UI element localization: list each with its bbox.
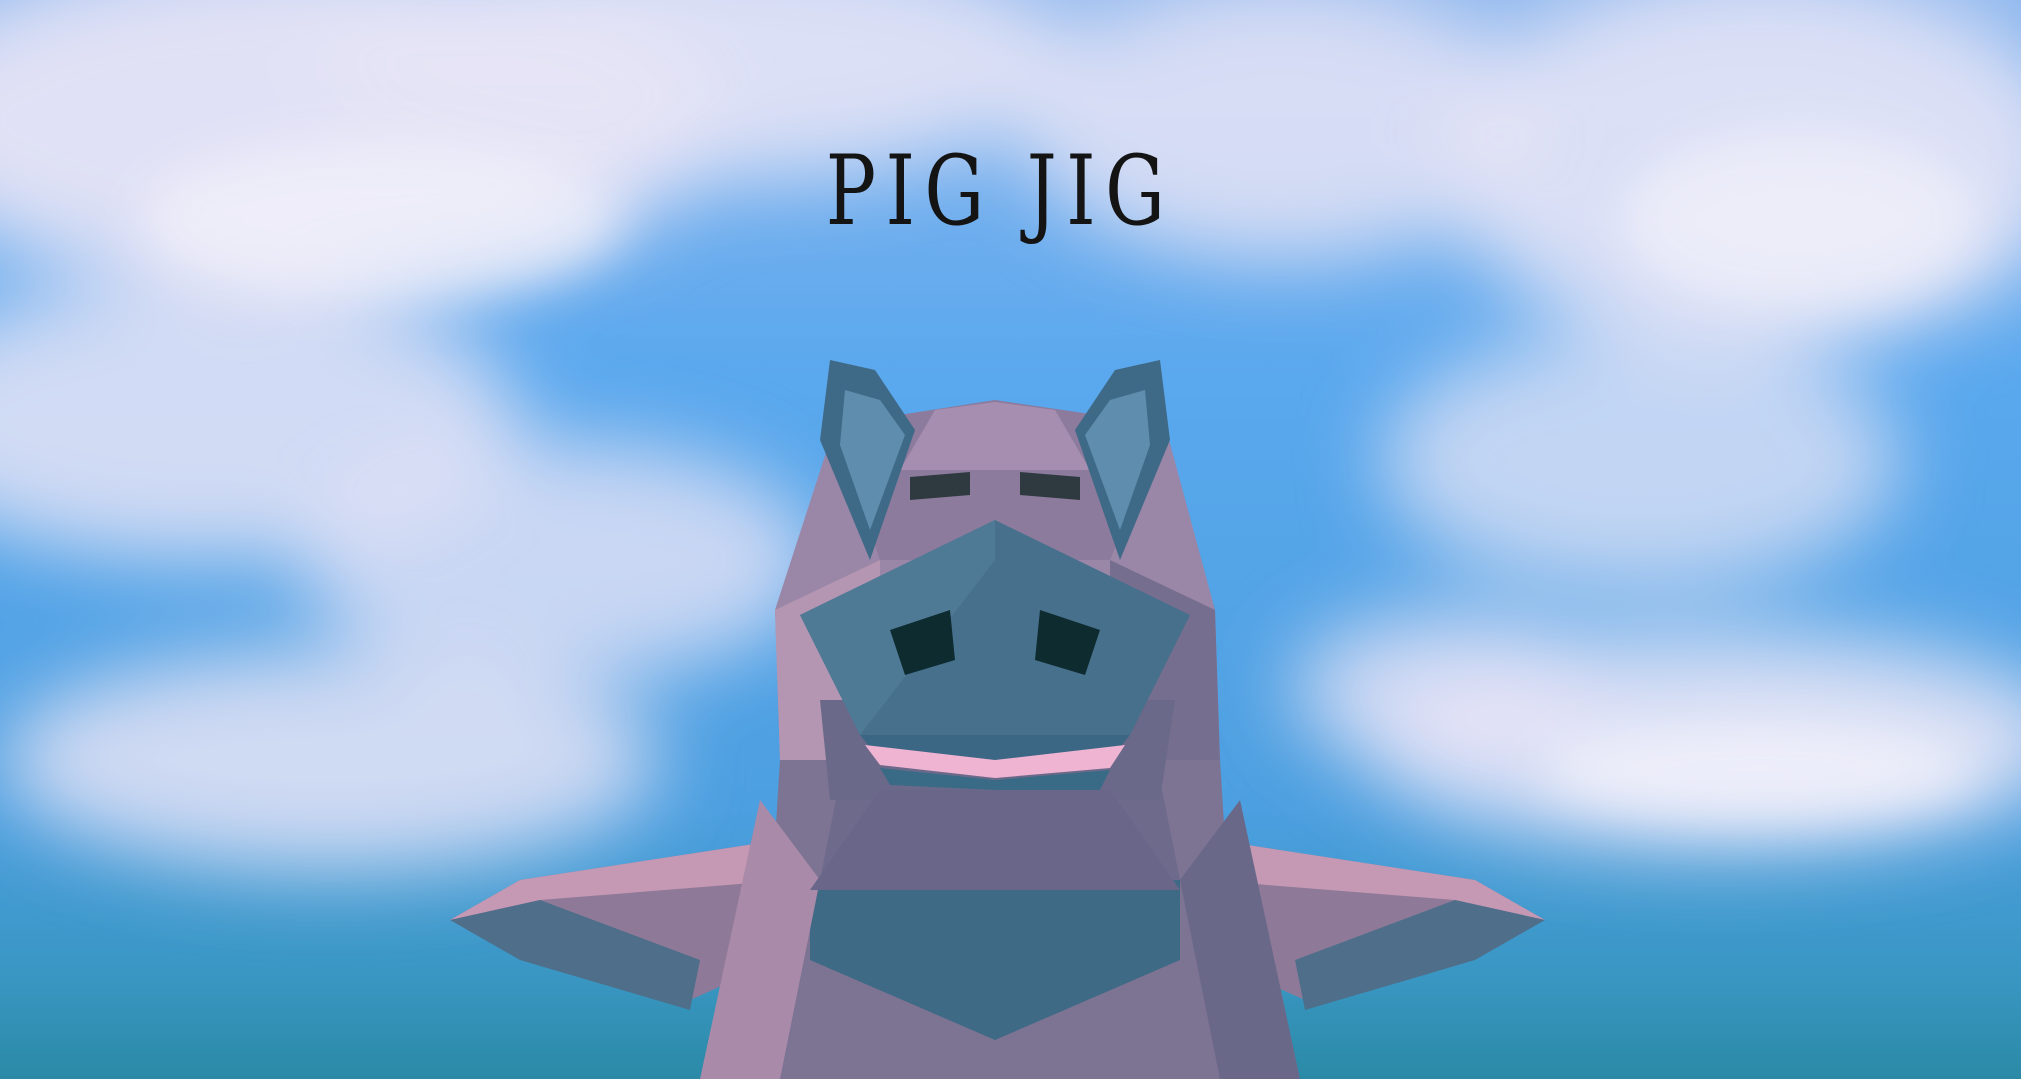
title-screen: PIG JIG: [0, 0, 2021, 1079]
pig-character-icon: [450, 360, 1545, 1079]
